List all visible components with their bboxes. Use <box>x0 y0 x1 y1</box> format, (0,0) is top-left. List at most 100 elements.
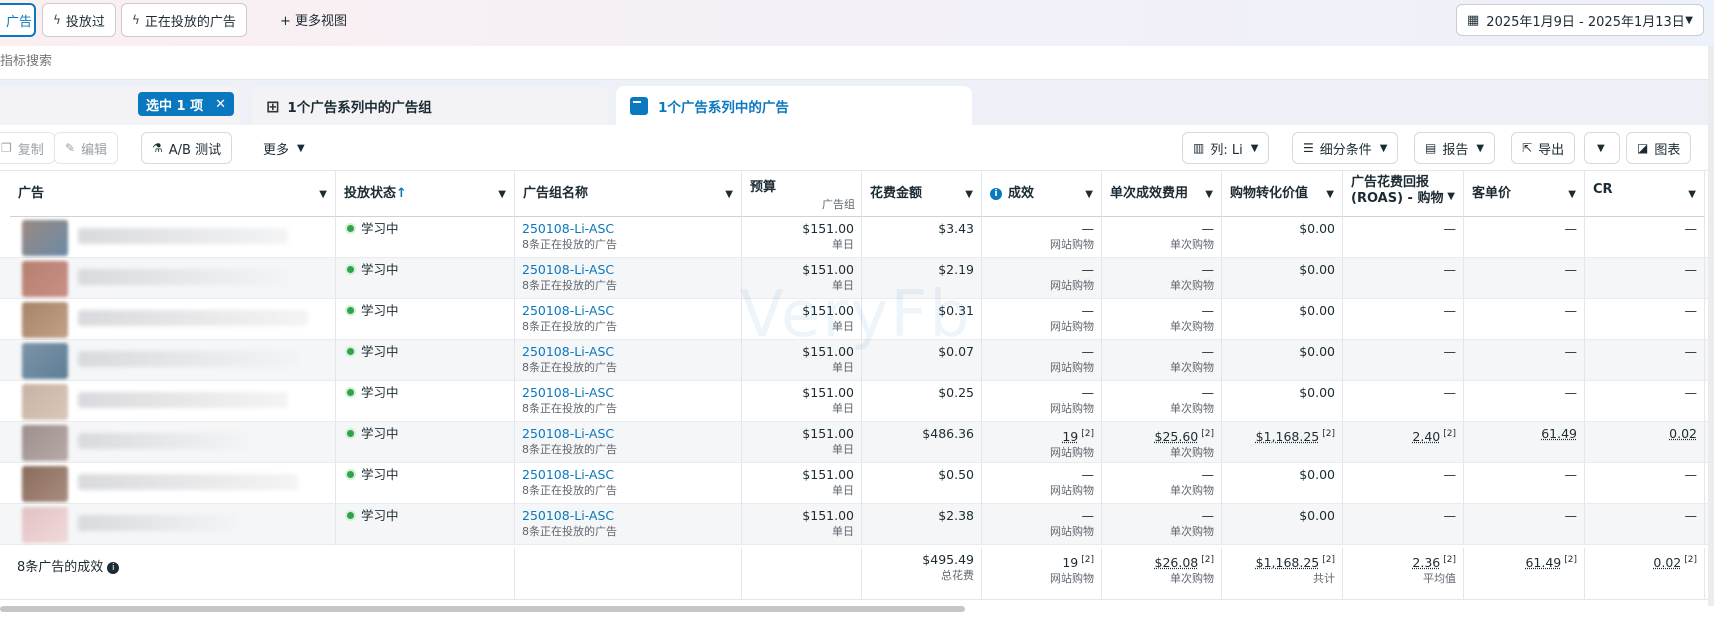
view-chip-active-ads-label: 正在投放的广告 <box>144 14 236 30</box>
adset-link[interactable]: 250108-Li-ASC <box>522 221 734 237</box>
table-row[interactable]: 学习中 250108-Li-ASC 8条正在投放的广告 $151.00 单日 $2.38 —… <box>0 504 1714 545</box>
columns-button[interactable]: ▥ 列: Li ▼ <box>1182 132 1270 164</box>
col-header-aov[interactable]: 客单价 ▼ <box>1464 171 1585 217</box>
cpr-value: — <box>1201 262 1215 277</box>
tab-adsets[interactable]: ⊞ 1个广告系列中的广告组 <box>252 86 608 126</box>
cpr-value: $25.60 <box>1154 429 1199 445</box>
results-cell: — 网站购物 <box>982 340 1102 381</box>
ab-test-button[interactable]: ⚗ A/B 测试 <box>141 132 233 164</box>
totals-cpr-cell: $26.08 [2] 单次购物 <box>1102 548 1222 600</box>
adset-link[interactable]: 250108-Li-ASC <box>522 303 734 319</box>
cr-cell: — <box>1585 463 1705 504</box>
columns-label: 列: Li <box>1210 142 1243 158</box>
col-header-purchase-value-label: 购物转化价值 <box>1230 186 1309 201</box>
report-button[interactable]: ▤ 报告 ▼ <box>1414 132 1496 164</box>
breakdown-button[interactable]: ☰ 细分条件 ▼ <box>1292 132 1399 164</box>
spend-cell: $2.38 <box>862 504 982 545</box>
note-icon: [2] <box>1684 555 1697 565</box>
results-value: — <box>1081 303 1095 318</box>
aov-value: — <box>1564 221 1578 236</box>
export-button[interactable]: ⇱ 导出 <box>1511 132 1576 164</box>
col-header-adset-name[interactable]: 广告组名称 ▼ <box>515 171 742 217</box>
ad-name-cell[interactable] <box>10 504 336 545</box>
col-header-spend[interactable]: 花费金额 ▼ <box>862 171 982 217</box>
horizontal-scrollbar[interactable] <box>0 606 965 612</box>
close-icon[interactable]: ✕ <box>215 97 226 112</box>
col-header-results[interactable]: i 成效 ▼ <box>982 171 1102 217</box>
roas-cell: — <box>1343 463 1464 504</box>
status-dot-icon <box>347 389 354 396</box>
ad-name-cell[interactable] <box>10 340 336 381</box>
spend-value: $3.43 <box>938 221 974 236</box>
budget-sub: 单日 <box>832 238 854 251</box>
col-header-cr[interactable]: CR ▼ <box>1585 171 1705 217</box>
adset-cell: 250108-Li-ASC 8条正在投放的广告 <box>515 217 742 258</box>
table-row[interactable]: 学习中 250108-Li-ASC 8条正在投放的广告 $151.00 单日 $0.50 —… <box>0 463 1714 504</box>
col-header-purchase-value[interactable]: 购物转化价值 ▼ <box>1222 171 1343 217</box>
col-header-roas[interactable]: 广告花费回报 (ROAS) - 购物 ▼ <box>1343 171 1464 217</box>
ad-name-cell[interactable] <box>10 381 336 422</box>
tab-campaigns[interactable]: 选中 1 项 ✕ <box>0 86 240 126</box>
edit-button[interactable]: ✎ 编辑 <box>54 132 119 164</box>
totals-results-sub: 网站购物 <box>1050 572 1094 586</box>
chevron-down-icon: ▼ <box>1685 14 1693 26</box>
totals-cpr-sub: 单次购物 <box>1170 572 1214 586</box>
table-row[interactable]: 学习中 250108-Li-ASC 8条正在投放的广告 $151.00 单日 $0.25 —… <box>0 381 1714 422</box>
tab-ads-label: 1个广告系列中的广告 <box>658 100 789 116</box>
table-row[interactable]: 学习中 250108-Li-ASC 8条正在投放的广告 $151.00 单日 $0.31 —… <box>0 299 1714 340</box>
chevron-down-icon: ▼ <box>1250 142 1259 154</box>
budget-cell: $151.00 单日 <box>742 463 862 504</box>
ad-name-cell[interactable] <box>10 217 336 258</box>
adset-link[interactable]: 250108-Li-ASC <box>522 426 734 442</box>
adset-link[interactable]: 250108-Li-ASC <box>522 467 734 483</box>
ad-name-cell[interactable] <box>10 258 336 299</box>
adset-link[interactable]: 250108-Li-ASC <box>522 508 734 524</box>
budget-cell: $151.00 单日 <box>742 504 862 545</box>
report-label: 报告 <box>1442 142 1469 158</box>
table-row[interactable]: 学习中 250108-Li-ASC 8条正在投放的广告 $151.00 单日 $0.07 —… <box>0 340 1714 381</box>
view-chip-delivered[interactable]: ϟ 投放过 <box>42 3 116 37</box>
col-header-budget[interactable]: 预算 广告组 <box>742 171 862 217</box>
cpr-cell: — 单次购物 <box>1102 258 1222 299</box>
vertical-scrollbar[interactable] <box>1708 46 1714 606</box>
cpr-sub: 单次购物 <box>1170 320 1214 333</box>
roas-value: — <box>1443 262 1457 277</box>
status-label: 学习中 <box>361 508 399 523</box>
adset-link[interactable]: 250108-Li-ASC <box>522 344 734 360</box>
grid-icon: ⊞ <box>266 96 280 116</box>
adset-cell: 250108-Li-ASC 8条正在投放的广告 <box>515 258 742 299</box>
ad-name-cell[interactable] <box>10 422 336 463</box>
ad-thumbnail <box>22 343 68 379</box>
selected-count-badge[interactable]: 选中 1 项 ✕ <box>138 92 235 116</box>
totals-roas-sub: 平均值 <box>1423 572 1456 586</box>
col-header-cost-per-result[interactable]: 单次成效费用 ▼ <box>1102 171 1222 217</box>
ad-name-cell[interactable] <box>10 299 336 340</box>
info-icon[interactable]: i <box>107 561 120 574</box>
table-row[interactable]: 学习中 250108-Li-ASC 8条正在投放的广告 $151.00 单日 $3.43 —… <box>0 217 1714 258</box>
table-row[interactable]: 学习中 250108-Li-ASC 8条正在投放的广告 $151.00 单日 $2.19 —… <box>0 258 1714 299</box>
more-button[interactable]: 更多 ▼ <box>252 132 316 164</box>
col-header-ad[interactable]: 广告 ▼ <box>10 171 336 217</box>
date-range-picker[interactable]: ▦ 2025年1月9日 - 2025年1月13日 ▼ <box>1456 4 1704 36</box>
table-row[interactable]: 学习中 250108-Li-ASC 8条正在投放的广告 $151.00 单日 $486.3… <box>0 422 1714 463</box>
copy-button[interactable]: ❐ 复制 <box>0 132 55 164</box>
adset-link[interactable]: 250108-Li-ASC <box>522 262 734 278</box>
metric-search-input[interactable] <box>0 54 400 69</box>
aov-cell: 61.49 <box>1464 422 1585 463</box>
more-views-button[interactable]: + 更多视图 <box>280 10 347 29</box>
view-chip-ads[interactable]: 广告 <box>0 3 36 37</box>
cpr-cell: — 单次购物 <box>1102 299 1222 340</box>
value-cell: $0.00 <box>1222 258 1343 299</box>
status-label: 学习中 <box>361 262 399 277</box>
adset-link[interactable]: 250108-Li-ASC <box>522 385 734 401</box>
export-menu-button[interactable]: ▼ <box>1584 132 1620 164</box>
view-chip-active-ads[interactable]: ϟ 正在投放的广告 <box>121 3 247 37</box>
value-cell: $0.00 <box>1222 381 1343 422</box>
chart-button[interactable]: ◪ 图表 <box>1626 132 1692 164</box>
adset-sub: 8条正在投放的广告 <box>522 402 617 415</box>
status-dot-icon <box>347 471 354 478</box>
tab-ads[interactable]: 1个广告系列中的广告 <box>616 86 972 126</box>
lightning-icon: ϟ <box>132 13 140 27</box>
col-header-status[interactable]: 投放状态↑ ▼ <box>336 171 515 217</box>
ad-name-cell[interactable] <box>10 463 336 504</box>
